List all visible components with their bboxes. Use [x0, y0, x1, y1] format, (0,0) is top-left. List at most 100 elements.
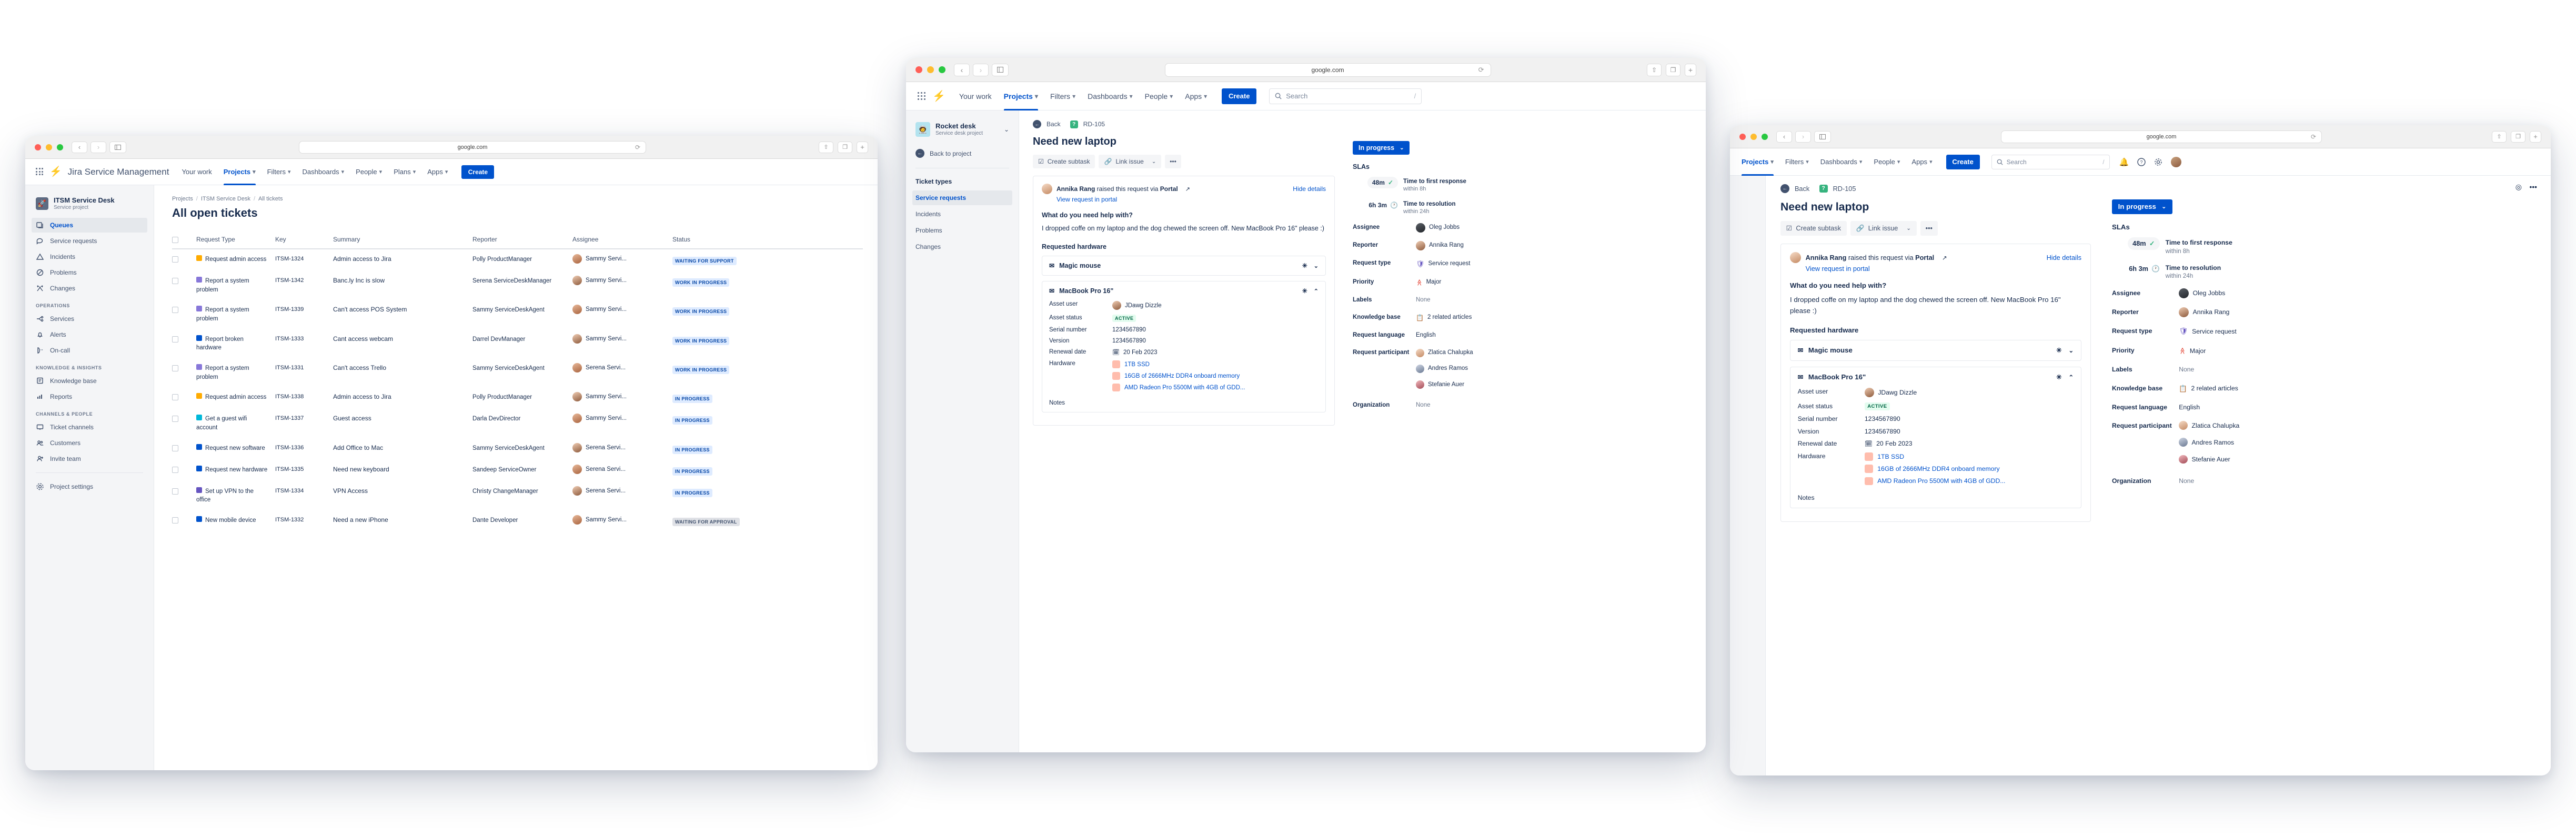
hardware-item[interactable]: 1TB SSD — [1864, 452, 2074, 461]
detail-field-value[interactable]: English — [2179, 402, 2200, 412]
hardware-label[interactable]: AMD Radeon Pro 5500M with 4GB of GDD... — [1124, 385, 1245, 391]
asset-header[interactable]: ✉ MacBook Pro 16" ✳ ⌃ — [1049, 287, 1319, 295]
nav-items-2[interactable]: Your work Projects ▾ Filters ▾ Dashboards ▾ Peo… — [959, 82, 1207, 110]
more-actions-button[interactable]: ••• — [1920, 221, 1938, 236]
breadcrumb-item-projects[interactable]: Projects — [172, 196, 193, 202]
cell-key[interactable]: ITSM-1333 — [275, 329, 333, 358]
column-header-status[interactable]: Status — [672, 236, 768, 249]
new-tab-icon[interactable]: + — [1685, 63, 1696, 76]
avatar[interactable] — [2171, 156, 2182, 167]
nav-buttons-3[interactable]: ‹ › — [1776, 130, 1831, 143]
issue-actions[interactable]: ☑ Create subtask 🔗 Link issue ⌄ ••• — [1780, 220, 2091, 236]
address-bar[interactable]: google.com ⟳ — [299, 140, 646, 154]
reload-icon[interactable]: ⟳ — [635, 144, 640, 151]
tabs-icon[interactable]: ❐ — [1666, 63, 1681, 76]
participant-row[interactable]: Stefanie Auer — [1416, 380, 1464, 389]
chevron-down-icon[interactable]: ⌄ — [1906, 225, 1911, 231]
detail-field-value[interactable]: Annika Rang — [1416, 241, 1464, 250]
chevron-down-icon[interactable]: ⌄ — [1314, 263, 1319, 269]
more-actions-button[interactable]: ••• — [1165, 155, 1181, 168]
cell-summary[interactable]: Can't access POS System — [333, 300, 472, 329]
sidebar-item-reports[interactable]: Reports — [32, 389, 147, 404]
table-row[interactable]: Report a system problem ITSM-1339 Can't ac… — [172, 300, 863, 329]
row-checkbox[interactable] — [172, 488, 178, 495]
participant-row[interactable]: Andres Ramos — [2179, 438, 2234, 447]
detail-field-value[interactable]: Annika Rang — [2179, 307, 2229, 317]
nav-buttons-2[interactable]: ‹ › — [954, 63, 1009, 76]
row-select-cell[interactable] — [172, 510, 196, 532]
row-checkbox[interactable] — [172, 517, 178, 524]
cell-key[interactable]: ITSM-1332 — [275, 510, 333, 532]
nav-item-projects[interactable]: Projects ▾ — [1742, 148, 1774, 176]
table-row[interactable]: New mobile device ITSM-1332 Need a new iPh… — [172, 510, 863, 532]
detail-field-value[interactable]: None — [2179, 365, 2194, 374]
hardware-label[interactable]: 1TB SSD — [1877, 453, 1904, 460]
table-row[interactable]: Set up VPN to the office ITSM-1334 VPN Acc… — [172, 481, 863, 510]
nav-item-filters[interactable]: Filters ▾ — [267, 159, 291, 185]
table-row[interactable]: Report a system problem ITSM-1331 Can't ac… — [172, 358, 863, 387]
row-checkbox[interactable] — [172, 336, 178, 343]
project-sidebar[interactable]: 🚀 ITSM Service Desk Service project Queues S… — [25, 185, 154, 770]
nav-item-filters[interactable]: Filters ▾ — [1050, 82, 1075, 110]
asset-header[interactable]: ✉ Magic mouse ✳ ⌄ — [1798, 346, 2074, 354]
row-checkbox[interactable] — [172, 278, 178, 284]
chrome-right-actions-2[interactable]: ⇧ ❐ + — [1647, 63, 1696, 76]
sidebar-item-invite-team[interactable]: Invite team — [32, 451, 147, 466]
back-label[interactable]: Back — [1046, 120, 1061, 128]
gear-icon[interactable] — [2154, 158, 2162, 166]
back-icon[interactable]: ‹ — [954, 63, 970, 76]
asset-card-magic-mouse[interactable]: ✉ Magic mouse ✳ ⌄ — [1042, 256, 1326, 276]
reload-icon[interactable]: ⟳ — [2311, 133, 2316, 140]
browser-window-issue-center[interactable]: ‹ › google.com ⟳ ⇧ ❐ + ⚡ Your work Proje… — [906, 58, 1706, 752]
app-switcher-icon[interactable] — [918, 92, 926, 100]
hardware-item[interactable]: 16GB of 2666MHz DDR4 onboard memory — [1112, 372, 1319, 380]
asset-header[interactable]: ✉ Magic mouse ✳ ⌄ — [1049, 262, 1319, 269]
nav-icon-group[interactable]: 🔔 ? — [2119, 156, 2182, 167]
detail-field-value[interactable]: ≫ Major — [1415, 278, 1441, 287]
create-button[interactable]: Create — [1946, 154, 1980, 169]
table-row[interactable]: Request admin access ITSM-1324 Admin acces… — [172, 249, 863, 271]
sidebar-item-problems[interactable]: Problems — [912, 223, 1012, 238]
tickets-table[interactable]: Request Type Key Summary Reporter Assignee St… — [172, 236, 863, 532]
row-checkbox[interactable] — [172, 365, 178, 372]
nav-items[interactable]: Your work Projects ▾ Filters ▾ Dashboards ▾ Peo… — [182, 159, 448, 185]
cell-summary[interactable]: VPN Access — [333, 481, 472, 510]
row-checkbox[interactable] — [172, 466, 178, 473]
table-row[interactable]: Report a system problem ITSM-1342 Banc.ly … — [172, 271, 863, 300]
link-issue-button[interactable]: 🔗 Link issue ⌄ — [1850, 220, 1917, 236]
traffic-lights-3[interactable] — [1739, 133, 1768, 140]
participant-row[interactable]: Zlatica Chalupka — [1416, 348, 1473, 357]
asset-graph-icon[interactable]: ✳ — [1302, 262, 1307, 269]
nav-item-apps[interactable]: Apps ▾ — [427, 159, 448, 185]
cell-key[interactable]: ITSM-1334 — [275, 481, 333, 510]
app-switcher-icon[interactable] — [36, 168, 44, 176]
detail-field-value[interactable]: ≫ Major — [2178, 346, 2206, 356]
cell-key[interactable]: ITSM-1335 — [275, 460, 333, 481]
chevron-up-icon[interactable]: ⌃ — [1314, 288, 1319, 295]
help-icon[interactable]: ? — [2137, 157, 2146, 166]
hardware-item[interactable]: AMD Radeon Pro 5500M with 4GB of GDD... — [1864, 477, 2074, 486]
nav-item-filters[interactable]: Filters ▾ — [1785, 148, 1809, 176]
sidebar-item-incidents[interactable]: Incidents — [912, 207, 1012, 221]
view-request-in-portal-link[interactable]: View request in portal — [1806, 265, 2081, 273]
hardware-label[interactable]: 1TB SSD — [1124, 361, 1150, 368]
watch-eye-icon[interactable]: ◎ — [2515, 183, 2522, 192]
row-select-cell[interactable] — [172, 249, 196, 271]
maximize-window-button[interactable] — [1762, 133, 1768, 140]
sidebar-item-services[interactable]: Services — [32, 311, 147, 326]
detail-field-value[interactable]: Oleg Jobbs — [2179, 288, 2225, 298]
cell-summary[interactable]: Admin access to Jira — [333, 249, 472, 271]
sidebar-item-service-requests[interactable]: Service requests — [912, 190, 1012, 205]
issue-key[interactable]: RD-105 — [1833, 185, 1856, 193]
detail-field-value[interactable]: None — [1416, 296, 1431, 305]
nav-item-people[interactable]: People ▾ — [1145, 82, 1173, 110]
row-checkbox[interactable] — [172, 307, 178, 314]
asset-graph-icon[interactable]: ✳ — [1302, 287, 1307, 295]
nav-item-people[interactable]: People ▾ — [1874, 148, 1900, 176]
detail-field-value[interactable]: Oleg Jobbs — [1416, 223, 1460, 233]
traffic-lights-2[interactable] — [915, 66, 945, 73]
project-header[interactable]: 🚀 ITSM Service Desk Service project — [32, 195, 147, 218]
chrome-right-actions-3[interactable]: ⇧ ❐ + — [2492, 130, 2541, 143]
row-select-cell[interactable] — [172, 438, 196, 460]
close-window-button[interactable] — [915, 66, 922, 73]
